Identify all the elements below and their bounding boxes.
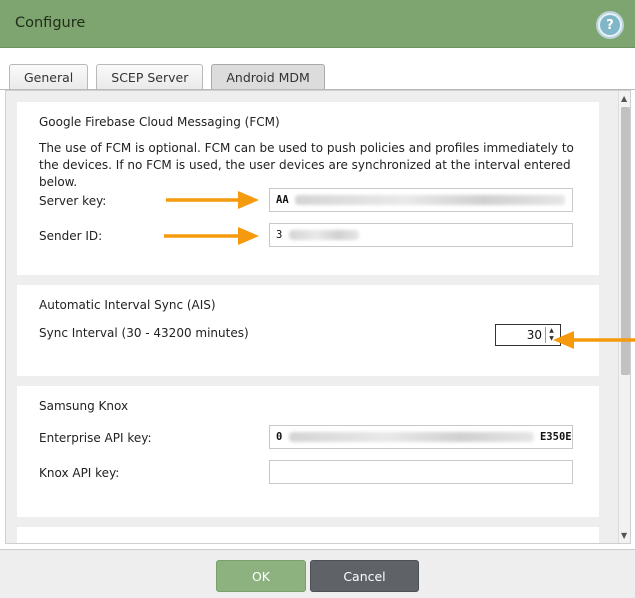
sync-interval-label: Sync Interval (30 - 43200 minutes) <box>39 326 249 340</box>
scroll-down-icon[interactable]: ▼ <box>621 531 627 540</box>
question-mark-icon: ? <box>600 15 620 35</box>
scroll-up-icon[interactable]: ▲ <box>621 94 627 103</box>
sender-id-input[interactable]: 3 <box>269 223 573 247</box>
arrow-right-icon <box>164 227 259 245</box>
next-section <box>17 527 599 543</box>
enterprise-api-key-input[interactable]: 0 E350E <box>269 425 573 449</box>
help-button[interactable]: ? <box>596 11 624 39</box>
knox-api-key-input[interactable] <box>269 460 573 484</box>
ais-title: Automatic Interval Sync (AIS) <box>39 298 216 312</box>
fcm-description: The use of FCM is optional. FCM can be u… <box>39 141 574 189</box>
server-key-input[interactable]: AA <box>269 188 573 212</box>
masked-text <box>294 195 565 205</box>
arrow-right-icon <box>166 191 259 209</box>
tab-android-mdm[interactable]: Android MDM <box>211 64 325 90</box>
vertical-scrollbar[interactable]: ▲ ▼ <box>618 91 630 543</box>
server-key-label: Server key: <box>39 194 107 208</box>
ok-button[interactable]: OK <box>216 560 306 592</box>
sender-id-value: 3 <box>276 229 283 241</box>
dialog-footer: OK Cancel <box>0 549 635 598</box>
enterprise-api-key-end: E350E <box>539 431 572 443</box>
masked-text <box>288 432 534 442</box>
settings-panel: Google Firebase Cloud Messaging (FCM) Th… <box>5 90 631 544</box>
knox-api-key-label: Knox API key: <box>39 466 120 480</box>
sync-interval-value: 30 <box>526 328 542 342</box>
tab-general[interactable]: General <box>9 64 89 90</box>
ais-section: Automatic Interval Sync (AIS) Sync Inter… <box>17 285 599 376</box>
tab-scep-server[interactable]: SCEP Server <box>96 64 204 90</box>
window-title: Configure <box>15 15 86 31</box>
arrow-left-icon <box>553 331 635 349</box>
sender-id-label: Sender ID: <box>39 229 103 243</box>
fcm-section: Google Firebase Cloud Messaging (FCM) Th… <box>17 102 599 275</box>
fcm-title: Google Firebase Cloud Messaging (FCM) <box>39 115 280 129</box>
tab-bar: General SCEP Server Android MDM <box>9 64 333 90</box>
enterprise-api-key-start: 0 <box>276 431 283 443</box>
masked-text <box>288 230 359 240</box>
cancel-button[interactable]: Cancel <box>310 560 419 592</box>
server-key-value: AA <box>276 194 289 206</box>
knox-section: Samsung Knox Enterprise API key: 0 E350E… <box>17 386 599 517</box>
sync-interval-stepper[interactable]: 30 ▲ ▼ <box>495 324 561 346</box>
knox-title: Samsung Knox <box>39 399 129 413</box>
enterprise-api-key-label: Enterprise API key: <box>39 431 152 445</box>
title-bar: Configure ? <box>0 0 635 48</box>
